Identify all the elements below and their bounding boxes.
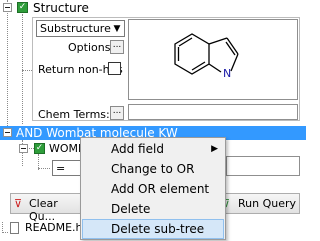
structure-canvas[interactable]: N [128, 19, 298, 100]
menu-item-label: Delete sub-tree [111, 222, 205, 236]
menu-item-label: Add OR element [111, 182, 210, 196]
menu-item-label: Delete [111, 202, 151, 216]
menu-item-delete[interactable]: Delete [82, 199, 224, 219]
menu-item-add-or-element[interactable]: Add OR element [82, 179, 224, 199]
collapse-toggle[interactable] [3, 128, 12, 137]
chem-terms-input[interactable] [128, 104, 298, 120]
file-tree-connector [2, 222, 8, 233]
clear-filter-icon: ⊽ [14, 197, 23, 210]
menu-item-delete-sub-tree[interactable]: Delete sub-tree [82, 219, 224, 239]
options-label: Options: [68, 41, 115, 54]
enabled-check-icon[interactable]: ✓ [34, 143, 45, 154]
clear-query-label: Clear Qu... [29, 197, 58, 223]
collapse-toggle[interactable] [3, 3, 12, 12]
search-type-select[interactable]: Substructure ▼ [36, 20, 125, 37]
file-name[interactable]: README.ht [25, 221, 87, 234]
chem-terms-button[interactable]: ... [110, 106, 124, 120]
indole-structure-drawing: N [174, 33, 239, 80]
options-button[interactable]: ... [110, 40, 124, 54]
run-query-button[interactable]: ⊽ Run Query [218, 193, 300, 214]
tree-connector [22, 70, 32, 71]
condition-value-input[interactable] [226, 156, 300, 176]
return-nonhits-checkbox[interactable] [108, 62, 121, 75]
nitrogen-atom-label: N [223, 67, 231, 80]
operator-value: = [56, 162, 66, 175]
tree-connector [38, 168, 50, 169]
tree-connector [22, 14, 23, 124]
document-icon [10, 222, 19, 234]
submenu-arrow-icon: ▶ [211, 144, 218, 154]
menu-item-label: Add field [111, 142, 164, 156]
clear-query-button[interactable]: ⊽ Clear Qu... [10, 193, 84, 223]
structure-panel: Substructure ▼ Options: ... Return non-h… [32, 17, 300, 121]
search-type-value: Substructure [40, 22, 111, 35]
chevron-down-icon: ▼ [113, 23, 121, 34]
structure-node-label[interactable]: Structure [33, 1, 89, 15]
chem-terms-label: Chem Terms: [38, 108, 110, 121]
tree-connector [7, 0, 8, 126]
collapse-toggle[interactable] [19, 144, 28, 153]
menu-item-change-to-or[interactable]: Change to OR [82, 159, 224, 179]
run-query-label: Run Query [238, 197, 297, 210]
menu-item-add-field[interactable]: Add field ▶ [82, 139, 224, 159]
context-menu: Add field ▶ Change to OR Add OR element … [80, 137, 226, 240]
menu-item-label: Change to OR [111, 162, 195, 176]
enabled-check-icon[interactable]: ✓ [17, 2, 28, 13]
